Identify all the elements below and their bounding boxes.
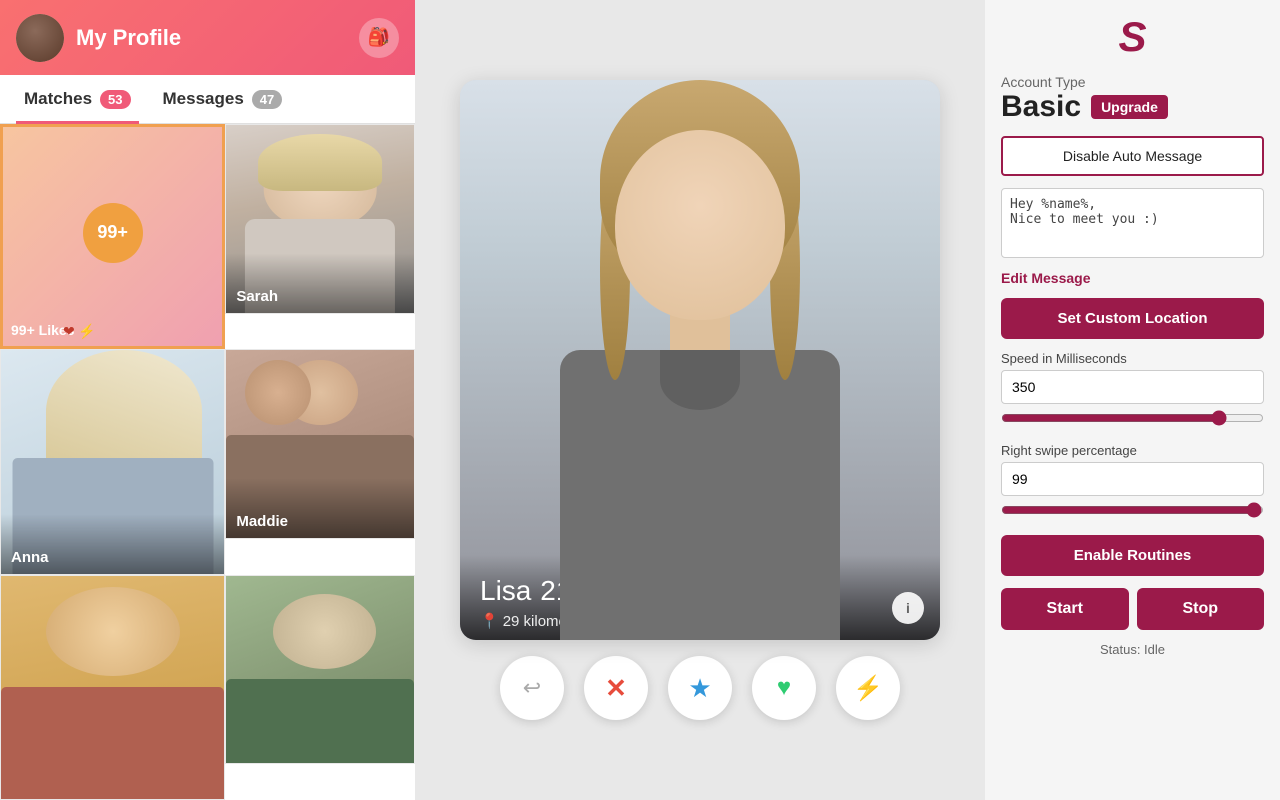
left-panel: My Profile 🎒 Matches 53 Messages 47 99+ … — [0, 0, 415, 800]
tabs-bar: Matches 53 Messages 47 — [0, 75, 415, 124]
settings-button[interactable]: 🎒 — [359, 18, 399, 58]
edit-message-link[interactable]: Edit Message — [1001, 270, 1264, 286]
disable-auto-message-button[interactable]: Disable Auto Message — [1001, 136, 1264, 176]
speed-input[interactable] — [1001, 370, 1264, 404]
account-section: Account Type Basic Upgrade — [1001, 74, 1264, 124]
profile-header: My Profile 🎒 — [0, 0, 415, 75]
action-bar: ↩ ✕ ★ ♥ ⚡ — [500, 656, 900, 720]
speed-section: Speed in Milliseconds — [1001, 351, 1264, 431]
account-type-row: Basic Upgrade — [1001, 90, 1264, 124]
super-like-button[interactable]: ★ — [668, 656, 732, 720]
set-custom-location-button[interactable]: Set Custom Location — [1001, 298, 1264, 339]
account-type-label: Account Type — [1001, 74, 1264, 90]
swipe-label: Right swipe percentage — [1001, 443, 1264, 458]
center-panel: Lisa 21 📍 29 kilometers away i ↩ ✕ ★ ♥ ⚡ — [415, 0, 985, 800]
stop-button[interactable]: Stop — [1137, 588, 1265, 630]
grid-item-name: Anna — [11, 549, 49, 566]
likes-card[interactable]: 99+ 99+ Likes ❤ ⚡ — [0, 124, 225, 349]
tab-messages-label: Messages — [163, 89, 244, 109]
profile-card: Lisa 21 📍 29 kilometers away i — [460, 80, 940, 640]
tab-messages-badge: 47 — [252, 90, 282, 109]
info-button[interactable]: i — [892, 592, 924, 624]
swipe-input[interactable] — [1001, 462, 1264, 496]
grid-item-name: Maddie — [236, 513, 288, 530]
profile-name: My Profile — [76, 25, 181, 51]
right-panel: S Account Type Basic Upgrade Disable Aut… — [985, 0, 1280, 800]
enable-routines-button[interactable]: Enable Routines — [1001, 535, 1264, 576]
brand-icon: S — [1118, 16, 1146, 58]
avatar-image — [16, 14, 64, 62]
speed-slider[interactable] — [1001, 410, 1264, 426]
speed-label: Speed in Milliseconds — [1001, 351, 1264, 366]
avatar — [16, 14, 64, 62]
list-item[interactable]: Anna — [0, 349, 225, 574]
nope-button[interactable]: ✕ — [584, 656, 648, 720]
list-item[interactable] — [225, 575, 415, 765]
likes-heart-icon: ❤ — [63, 323, 75, 340]
list-item[interactable]: Maddie — [225, 349, 415, 539]
account-basic: Basic — [1001, 90, 1081, 124]
matches-grid: 99+ 99+ Likes ❤ ⚡ Sarah — [0, 124, 415, 800]
card-photo: Lisa 21 📍 29 kilometers away i — [460, 80, 940, 640]
status-text: Status: Idle — [1001, 642, 1264, 657]
likes-speed-icon: ⚡ — [78, 323, 95, 340]
swipe-section: Right swipe percentage — [1001, 443, 1264, 523]
brand-logo: S — [1001, 16, 1264, 58]
list-item[interactable]: Sarah — [225, 124, 415, 314]
tab-messages[interactable]: Messages 47 — [155, 75, 291, 123]
boost-button[interactable]: ⚡ — [836, 656, 900, 720]
start-stop-row: Start Stop — [1001, 588, 1264, 630]
grid-item-name: Sarah — [236, 288, 278, 305]
location-pin-icon: 📍 — [480, 612, 499, 630]
tab-matches-label: Matches — [24, 89, 92, 109]
upgrade-button[interactable]: Upgrade — [1091, 95, 1168, 119]
undo-button[interactable]: ↩ — [500, 656, 564, 720]
like-button[interactable]: ♥ — [752, 656, 816, 720]
start-button[interactable]: Start — [1001, 588, 1129, 630]
swipe-slider[interactable] — [1001, 502, 1264, 518]
list-item[interactable] — [0, 575, 225, 800]
settings-icon: 🎒 — [368, 27, 390, 48]
auto-message-textarea[interactable] — [1001, 188, 1264, 258]
tab-matches-badge: 53 — [100, 90, 130, 109]
likes-count-bubble: 99+ — [83, 203, 143, 263]
tab-matches[interactable]: Matches 53 — [16, 75, 139, 123]
profile-header-left: My Profile — [16, 14, 181, 62]
